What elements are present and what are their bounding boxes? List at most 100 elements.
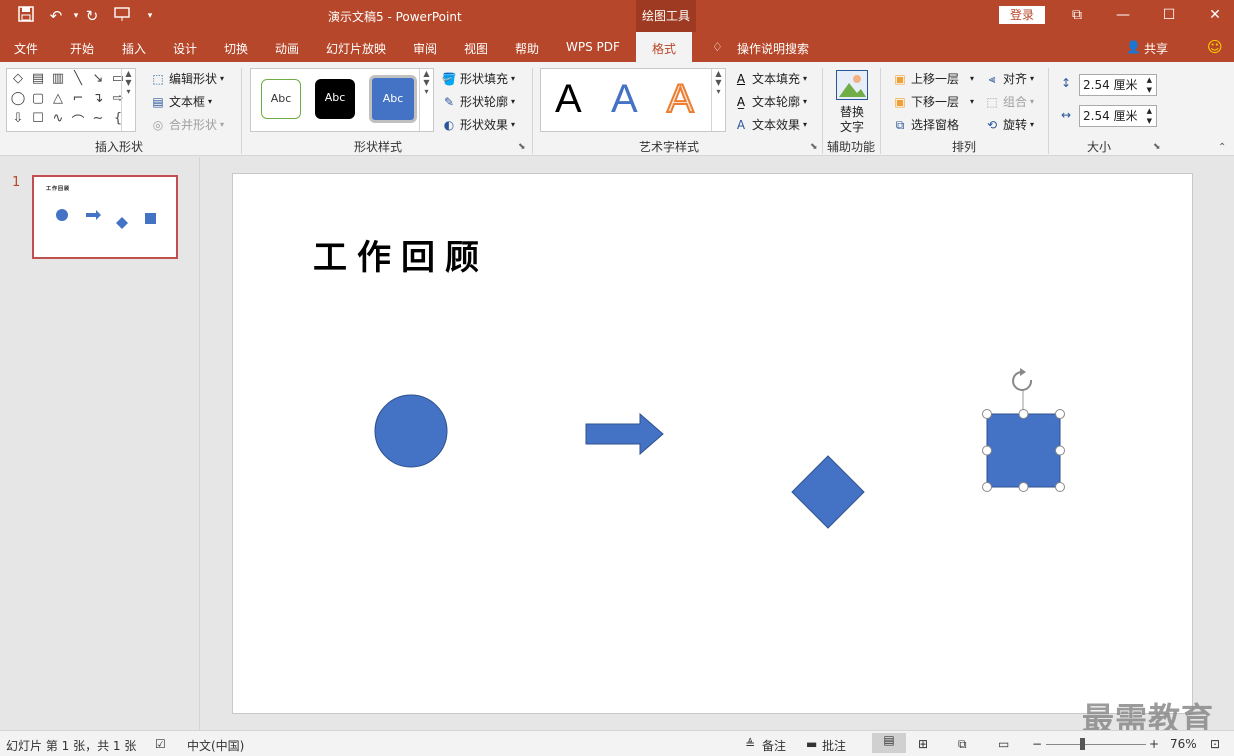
oval-shape-icon[interactable]: ◯ [9,91,27,106]
shape-fill-button[interactable]: 🪣 形状填充 ▾ [441,70,516,87]
normal-view-icon[interactable]: ▤ [872,733,906,753]
rounded-rect-icon[interactable]: ▢ [29,91,47,106]
tell-me-search[interactable]: 操作说明搜索 [737,40,809,57]
slide-canvas[interactable]: 工作回顾 [232,173,1193,714]
text-fill-button[interactable]: A 文本填充 ▾ [733,70,807,87]
redo-icon[interactable]: ↻ [82,6,102,26]
zoom-slider-thumb[interactable] [1080,738,1085,750]
wordart-black[interactable]: A [555,75,582,123]
customize-quick-access-icon[interactable]: ▾ [140,6,160,26]
square-shape-selected[interactable] [986,413,1061,488]
wordart-blue[interactable]: A [611,75,638,123]
arc-shape-icon[interactable]: ⌒ [69,111,87,130]
minimize-button[interactable]: — [1100,0,1146,32]
tab-insert[interactable]: 插入 [122,40,146,57]
alt-text-label-2[interactable]: 文字 [840,118,864,135]
triangle-shape-icon[interactable]: △ [49,91,67,106]
tab-format[interactable]: 格式 [636,32,693,62]
tab-wps-pdf[interactable]: WPS PDF [566,40,620,54]
shape-outline-button[interactable]: ✎ 形状轮廓 ▾ [441,93,515,110]
selection-pane-button[interactable]: ⧉ 选择窗格 [892,116,959,133]
group-button[interactable]: ⬚ 组合 ▾ [984,93,1034,110]
close-button[interactable]: ✕ [1192,0,1234,32]
notes-icon[interactable]: ≜ [745,737,755,751]
slideshow-view-icon[interactable]: ▭ [998,737,1009,751]
reading-view-icon[interactable]: ⧉ [958,737,967,752]
shapes-gallery-scroll[interactable]: ▲ ▼ ▾ [121,69,135,131]
width-input[interactable]: 2.54 厘米 ▲ ▼ [1079,105,1157,127]
freeform-shape-icon[interactable]: ☐ [29,111,47,126]
tab-home[interactable]: 开始 [70,40,94,57]
arrow-line-icon[interactable]: ↘ [89,71,107,86]
shape-effects-button[interactable]: ◐ 形状效果 ▾ [441,116,515,133]
style-preset-blue-selected[interactable]: Abc [369,75,417,123]
textbox-shape-icon[interactable]: ▤ [29,71,47,86]
elbow-arrow-icon[interactable]: ↴ [89,91,107,106]
rotate-handle-icon[interactable] [1012,368,1033,391]
diamond-shape-icon[interactable]: ◇ [9,71,27,86]
rotate-button[interactable]: ⟲ 旋转 ▾ [984,116,1034,133]
send-backward-button[interactable]: ▣ 下移一层 ▾ [892,93,974,110]
style-preset-outline[interactable]: Abc [261,79,301,119]
comments-icon[interactable]: ▬ [806,737,817,751]
text-outline-button[interactable]: A̲ 文本轮廓 ▾ [733,93,807,110]
zoom-level[interactable]: 76% [1170,737,1197,751]
comments-button[interactable]: 批注 [822,737,846,754]
share-button[interactable]: 共享 [1144,40,1168,57]
size-launcher-icon[interactable]: ⬊ [1153,142,1161,152]
tab-review[interactable]: 审阅 [413,40,437,57]
fit-to-window-icon[interactable]: ⊡ [1210,737,1220,751]
curve-shape-icon[interactable]: ∼ [89,111,107,126]
width-spinner-icon[interactable]: ▲ ▼ [1147,106,1152,126]
tab-help[interactable]: 帮助 [515,40,539,57]
text-box-button[interactable]: ▤ 文本框 ▾ [150,93,212,110]
wordart-launcher-icon[interactable]: ⬊ [810,142,818,152]
slide-thumbnail-1[interactable]: 工作回顾 [32,175,178,259]
circle-shape[interactable] [374,394,448,468]
scribble-icon[interactable]: ∿ [49,111,67,126]
height-spinner-icon[interactable]: ▲ ▼ [1147,75,1152,95]
shape-styles-scroll[interactable]: ▲ ▼ ▾ [419,69,433,131]
edit-shape-button[interactable]: ⬚ 编辑形状 ▾ [150,70,224,87]
undo-icon[interactable]: ↶ [46,6,66,26]
notes-button[interactable]: 备注 [762,737,786,754]
line-shape-icon[interactable]: ╲ [69,71,87,86]
align-button[interactable]: ⫷ 对齐 ▾ [984,70,1034,87]
merge-shapes-button[interactable]: ◎ 合并形状 ▾ [150,116,224,133]
collapse-ribbon-icon[interactable]: ⌃ [1218,142,1226,153]
vertical-textbox-icon[interactable]: ▥ [49,71,67,86]
spelling-check-icon[interactable]: ☑ [155,737,166,751]
style-preset-black[interactable]: Abc [315,79,355,119]
alt-text-icon[interactable] [836,70,868,100]
maximize-button[interactable]: ☐ [1146,0,1192,32]
language-status[interactable]: 中文(中国) [187,737,244,754]
tab-file[interactable]: 文件 [14,40,38,57]
elbow-connector-icon[interactable]: ⌐ [69,91,87,106]
wordart-gallery-scroll[interactable]: ▲ ▼ ▾ [711,69,725,131]
right-arrow-shape[interactable] [585,412,664,456]
shape-styles-launcher-icon[interactable]: ⬊ [518,142,526,152]
wordart-gallery[interactable]: A A A ▲ ▼ ▾ [540,68,726,132]
wordart-orange-outline[interactable]: A [666,75,695,123]
diamond-shape[interactable] [791,455,865,529]
tab-design[interactable]: 设计 [173,40,197,57]
tab-transitions[interactable]: 切换 [224,40,248,57]
zoom-out-icon[interactable]: − [1032,737,1042,751]
zoom-slider-track[interactable] [1046,744,1146,745]
tab-slideshow[interactable]: 幻灯片放映 [326,40,386,57]
tab-animations[interactable]: 动画 [275,40,299,57]
save-icon[interactable] [16,6,36,26]
down-arrow-shape-icon[interactable]: ⇩ [9,111,27,126]
shape-styles-gallery[interactable]: Abc Abc Abc ▲ ▼ ▾ [250,68,434,132]
login-button[interactable]: 登录 [999,6,1045,24]
bring-forward-button[interactable]: ▣ 上移一层 ▾ [892,70,974,87]
smiley-feedback-icon[interactable]: ☺ [1207,38,1223,56]
height-input[interactable]: 2.54 厘米 ▲ ▼ [1079,74,1157,96]
presentation-from-start-icon[interactable] [112,6,132,26]
shapes-gallery[interactable]: ◇ ▤ ▥ ╲ ↘ ▭ ◯ ▢ △ ⌐ ↴ ⇨ ⇩ ☐ ∿ ⌒ ∼ { ▲ ▼ ▾ [6,68,136,132]
tab-view[interactable]: 视图 [464,40,488,57]
slide-sorter-icon[interactable]: ⊞ [918,737,928,751]
text-effects-button[interactable]: A 文本效果 ▾ [733,116,807,133]
zoom-in-icon[interactable]: + [1149,737,1159,751]
ribbon-display-options-icon[interactable]: ⧉ [1054,0,1100,32]
